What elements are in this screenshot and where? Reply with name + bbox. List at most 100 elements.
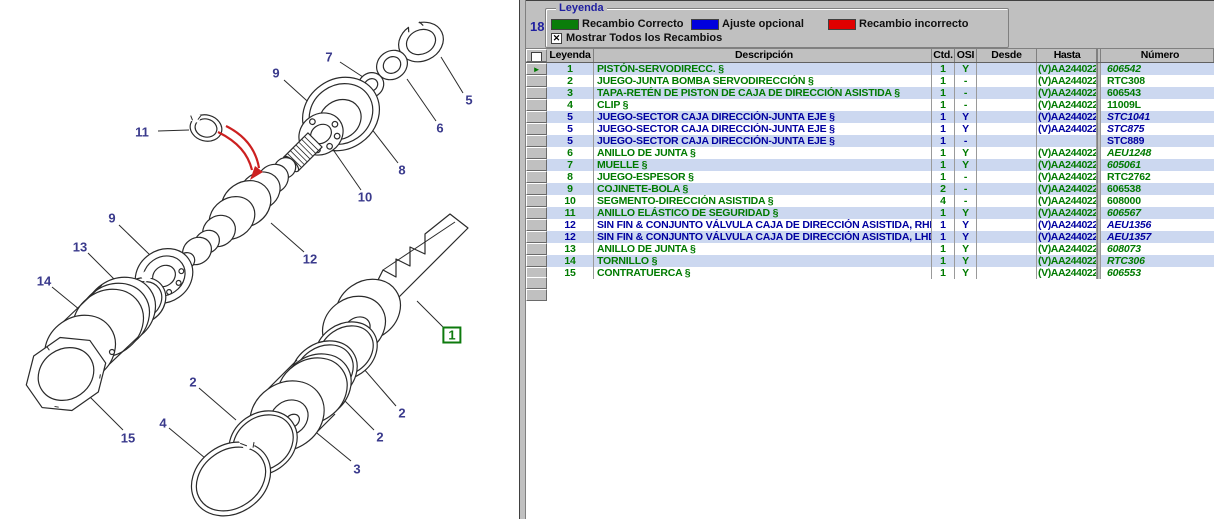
diagram-callout-10[interactable]: 10 [358,191,372,204]
row-selector[interactable] [526,195,547,207]
select-all-cell[interactable] [526,49,547,62]
circlip-part-11 [185,111,225,145]
table-row[interactable]: 15CONTRATUERCA §1Y(V)AA244022606553 [526,267,1214,279]
cell-numero: RTC308 [1101,75,1214,87]
table-row[interactable]: 5JUEGO-SECTOR CAJA DIRECCIÓN-JUNTA EJE §… [526,111,1214,123]
cell-descripcion: ANILLO DE JUNTA § [594,243,932,255]
table-row[interactable]: 9COJINETE-BOLA §2-(V)AA244022606538 [526,183,1214,195]
current-row-pointer[interactable]: ► [526,63,547,75]
diagram-callout-9[interactable]: 9 [272,67,279,80]
diagram-callout-12[interactable]: 12 [303,253,317,266]
legend-label-incorrect: Recambio incorrecto [859,18,968,30]
cell-osi: Y [955,243,977,255]
diagram-callout-2[interactable]: 2 [376,431,383,444]
cell-desde [977,231,1037,243]
row-selector-empty [526,277,547,289]
cell-leyenda: 5 [547,123,594,135]
cell-numero: RTC2762 [1101,171,1214,183]
diagram-callout-11[interactable]: 11 [135,126,149,139]
cell-desde [977,267,1037,279]
cell-hasta: (V)AA244022 [1037,195,1097,207]
diagram-callout-8[interactable]: 8 [398,164,405,177]
table-row[interactable]: 10SEGMENTO-DIRECCIÓN ASISTIDA §4-(V)AA24… [526,195,1214,207]
table-row[interactable]: 6ANILLO DE JUNTA §1Y(V)AA244022AEU1248 [526,147,1214,159]
cell-leyenda: 12 [547,219,594,231]
exploded-diagram-panel: 795611810913121412242153 [0,0,519,519]
parts-list-panel: 18 Leyenda Recambio Correcto Ajuste opci… [526,0,1214,519]
cell-descripcion: COJINETE-BOLA § [594,183,932,195]
cell-desde [977,75,1037,87]
cell-osi: Y [955,267,977,279]
diagram-callout-3[interactable]: 3 [353,463,360,476]
table-row[interactable]: 3TAPA-RETÉN DE PISTON DE CAJA DE DIRECCI… [526,87,1214,99]
cell-ctd: 1 [932,111,955,123]
cell-desde [977,123,1037,135]
table-row[interactable]: 4CLIP §1-(V)AA24402211009L [526,99,1214,111]
diagram-callout-13[interactable]: 13 [73,241,87,254]
cell-descripcion: MUELLE § [594,159,932,171]
row-selector[interactable] [526,99,547,111]
column-header-leyenda: Leyenda [547,49,594,62]
row-selector[interactable] [526,111,547,123]
cell-ctd: 4 [932,195,955,207]
cell-osi: Y [955,255,977,267]
row-selector[interactable] [526,183,547,195]
table-row[interactable]: 11ANILLO ELÁSTICO DE SEGURIDAD §1Y(V)AA2… [526,207,1214,219]
cell-numero: 608000 [1101,195,1214,207]
cell-ctd: 1 [932,75,955,87]
table-row[interactable]: 5JUEGO-SECTOR CAJA DIRECCIÓN-JUNTA EJE §… [526,135,1214,147]
row-selector[interactable] [526,75,547,87]
row-selector[interactable] [526,135,547,147]
cell-desde [977,219,1037,231]
cell-desde [977,183,1037,195]
diagram-callout-4[interactable]: 4 [159,417,166,430]
row-selector[interactable] [526,207,547,219]
exploded-diagram-art [0,0,519,519]
red-assembly-arrow [218,126,263,180]
parts-grid-body: ►1PISTÓN-SERVODIRECC. §1Y(V)AA2440226065… [526,63,1214,279]
row-selector[interactable] [526,219,547,231]
row-selector[interactable] [526,231,547,243]
table-row[interactable]: 5JUEGO-SECTOR CAJA DIRECCIÓN-JUNTA EJE §… [526,123,1214,135]
legend-label-optional: Ajuste opcional [722,18,804,30]
diagram-callout-15[interactable]: 15 [121,432,135,445]
diagram-callout-7[interactable]: 7 [325,51,332,64]
cell-ctd: 1 [932,99,955,111]
cell-hasta: (V)AA244022 [1037,255,1097,267]
cell-leyenda: 9 [547,183,594,195]
diagram-callout-2[interactable]: 2 [189,376,196,389]
row-selector[interactable] [526,171,547,183]
row-selector[interactable] [526,87,547,99]
show-all-parts-checkbox[interactable]: ✕ [551,33,562,44]
cell-ctd: 1 [932,207,955,219]
row-selector[interactable] [526,123,547,135]
row-selector[interactable] [526,243,547,255]
diagram-callout-14[interactable]: 14 [37,275,51,288]
diagram-callout-5[interactable]: 5 [465,94,472,107]
cell-osi: Y [955,219,977,231]
cell-leyenda: 5 [547,111,594,123]
cell-ctd: 1 [932,87,955,99]
table-row[interactable]: ►1PISTÓN-SERVODIRECC. §1Y(V)AA2440226065… [526,63,1214,75]
row-selector[interactable] [526,159,547,171]
cell-leyenda: 6 [547,147,594,159]
select-all-checkbox[interactable] [531,52,542,62]
table-row[interactable]: 12SIN FIN & CONJUNTO VÁLVULA CAJA DE DIR… [526,231,1214,243]
diagram-callout-1[interactable]: 1 [442,327,461,344]
row-selector[interactable] [526,147,547,159]
cell-descripcion: ANILLO DE JUNTA § [594,147,932,159]
cell-numero: STC1041 [1101,111,1214,123]
diagram-callout-2[interactable]: 2 [398,407,405,420]
table-row[interactable]: 12SIN FIN & CONJUNTO VÁLVULA CAJA DE DIR… [526,219,1214,231]
table-row[interactable]: 7MUELLE §1Y(V)AA244022605061 [526,159,1214,171]
diagram-callout-6[interactable]: 6 [436,122,443,135]
cell-desde [977,195,1037,207]
table-row[interactable]: 14TORNILLO §1Y(V)AA244022RTC306 [526,255,1214,267]
table-row[interactable]: 2JUEGO-JUNTA BOMBA SERVODIRECCIÓN §1-(V)… [526,75,1214,87]
diagram-callout-9[interactable]: 9 [108,212,115,225]
cell-desde [977,255,1037,267]
row-selector[interactable] [526,255,547,267]
table-row[interactable]: 8JUEGO-ESPESOR §1-(V)AA244022RTC2762 [526,171,1214,183]
column-header-osi: OSI [955,49,977,62]
table-row[interactable]: 13ANILLO DE JUNTA §1Y(V)AA244022608073 [526,243,1214,255]
